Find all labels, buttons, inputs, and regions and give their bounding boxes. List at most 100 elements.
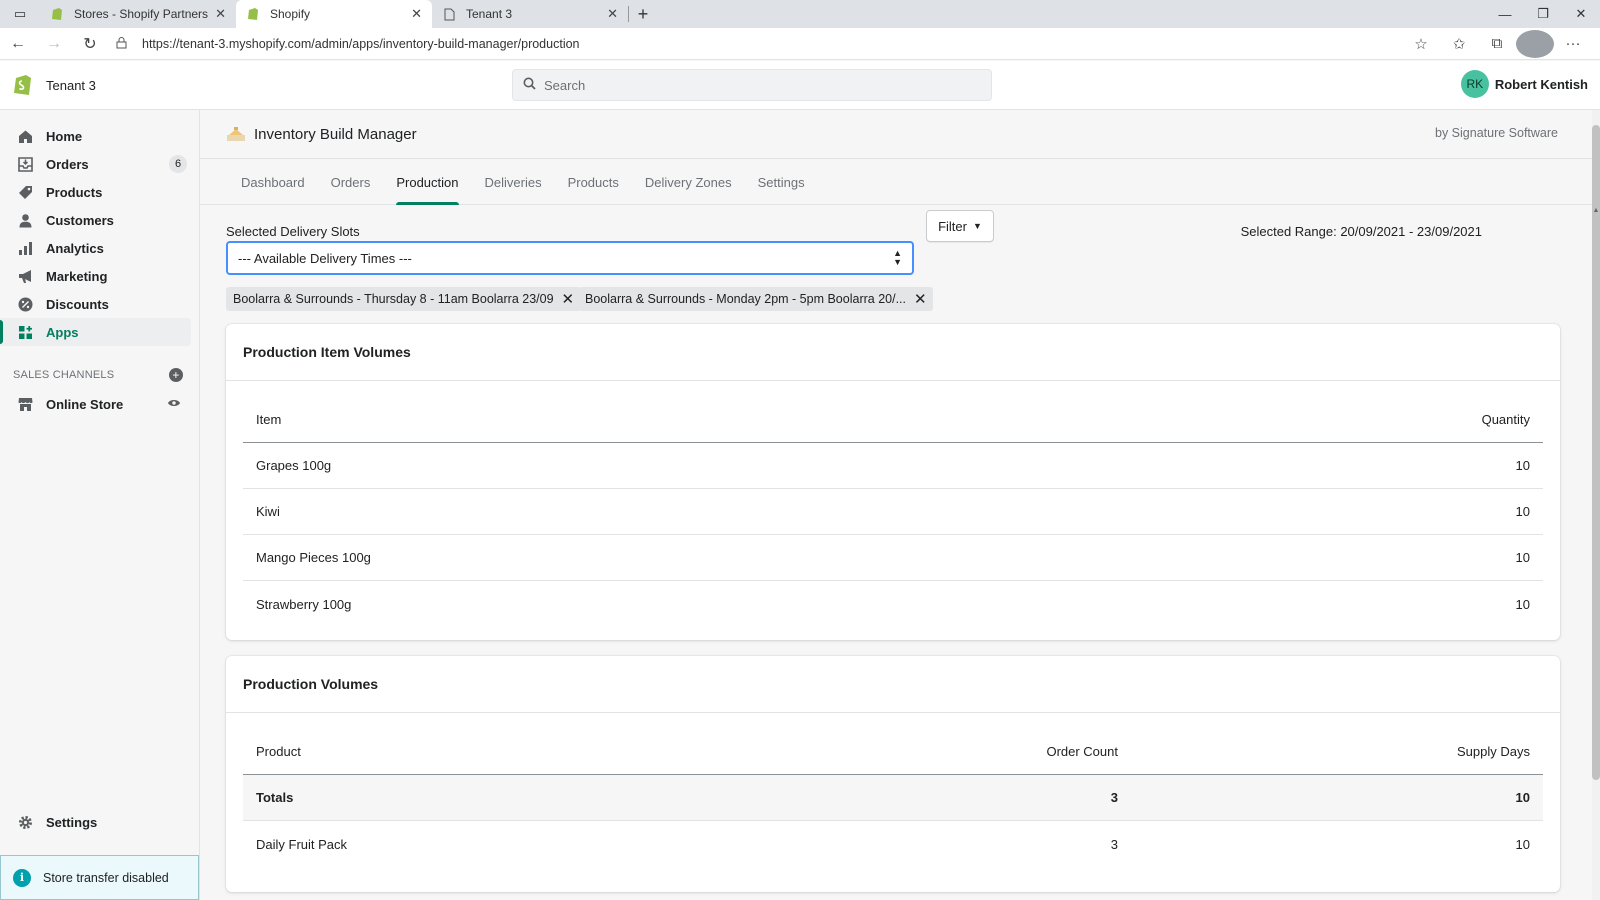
lock-icon — [116, 36, 136, 52]
store-name[interactable]: Tenant 3 — [46, 78, 96, 93]
table-row: Grapes 100g 10 — [243, 443, 1543, 489]
tab-title: Tenant 3 — [466, 7, 513, 21]
add-favorite-icon[interactable]: ☆ — [1402, 30, 1440, 58]
sidebar-item-home[interactable]: Home — [0, 122, 199, 150]
table-row: Daily Fruit Pack 3 10 — [243, 821, 1543, 867]
back-icon[interactable]: ← — [0, 28, 36, 60]
search-placeholder: Search — [544, 77, 586, 93]
main-content: Inventory Build Manager by Signature Sof… — [200, 110, 1592, 900]
tab-actions-icon[interactable]: ▭ — [0, 0, 40, 28]
app-tabs: Dashboard Orders Production Deliveries P… — [200, 159, 1592, 205]
filter-button-label: Filter — [938, 218, 967, 234]
close-window-icon[interactable]: ✕ — [1562, 0, 1600, 28]
browser-tab-bar: ▭ Stores - Shopify Partners ✕ Shopify ✕ … — [0, 0, 1600, 28]
url-field[interactable]: https://tenant-3.myshopify.com/admin/app… — [116, 30, 1402, 58]
store-icon — [16, 395, 34, 413]
more-menu-icon[interactable]: ··· — [1554, 30, 1592, 58]
profile-icon[interactable] — [1516, 29, 1554, 58]
table-header-row: Product Order Count Supply Days — [243, 729, 1543, 775]
order-count-cell: 3 — [1110, 836, 1118, 852]
sidebar-item-label: Discounts — [46, 296, 109, 312]
search-input[interactable]: Search — [512, 69, 992, 101]
tab-delivery-zones[interactable]: Delivery Zones — [632, 159, 745, 205]
sidebar-item-label: Analytics — [46, 240, 104, 256]
admin-sidebar: Home Orders 6 Products Customers Analyti… — [0, 110, 200, 900]
card-title: Production Item Volumes — [226, 324, 1560, 381]
gear-icon — [16, 813, 34, 831]
sales-channels-heading: SALES CHANNELS + — [0, 368, 199, 382]
store-transfer-text: Store transfer disabled — [43, 870, 169, 885]
tab-settings[interactable]: Settings — [745, 159, 818, 205]
remove-chip-icon[interactable]: ✕ — [562, 290, 575, 308]
order-count-cell: 3 — [1110, 790, 1118, 805]
scroll-up-icon[interactable]: ▲ — [1592, 207, 1600, 214]
browser-tab-partners[interactable]: Stores - Shopify Partners ✕ — [40, 0, 236, 28]
sidebar-item-orders[interactable]: Orders 6 — [0, 150, 199, 178]
delivery-slots-label: Selected Delivery Slots — [226, 224, 360, 239]
tab-deliveries[interactable]: Deliveries — [472, 159, 555, 205]
delivery-times-select[interactable]: --- Available Delivery Times --- ▲ ▼ — [226, 241, 914, 275]
remove-chip-icon[interactable]: ✕ — [914, 290, 927, 308]
sidebar-item-marketing[interactable]: Marketing — [0, 262, 199, 290]
column-header-supply-days: Supply Days — [1457, 744, 1530, 759]
minimize-icon[interactable]: — — [1486, 0, 1524, 28]
reload-icon[interactable]: ↻ — [72, 28, 108, 60]
browser-tab-shopify[interactable]: Shopify ✕ — [236, 0, 432, 28]
app-vendor: by Signature Software — [1435, 126, 1558, 140]
tab-dashboard[interactable]: Dashboard — [228, 159, 318, 205]
orders-icon — [16, 155, 34, 173]
tab-products[interactable]: Products — [555, 159, 632, 205]
page-favicon-icon — [442, 7, 456, 21]
sidebar-item-label: Orders — [46, 156, 89, 172]
user-menu[interactable]: RK Robert Kentish — [1460, 70, 1588, 98]
chip-label: Boolarra & Surrounds - Monday 2pm - 5pm … — [585, 292, 906, 306]
product-cell: Daily Fruit Pack — [256, 836, 348, 852]
table-row: Mango Pieces 100g 10 — [243, 535, 1543, 581]
close-tab-icon[interactable]: ✕ — [411, 6, 422, 22]
tab-production[interactable]: Production — [383, 159, 471, 205]
megaphone-icon — [16, 267, 34, 285]
item-cell: Strawberry 100g — [256, 596, 352, 612]
column-header-item: Item — [256, 412, 282, 427]
item-cell: Kiwi — [256, 504, 280, 519]
item-cell: Mango Pieces 100g — [256, 550, 371, 565]
add-channel-icon[interactable]: + — [169, 368, 183, 382]
sidebar-item-settings[interactable]: Settings — [0, 808, 199, 836]
sidebar-item-customers[interactable]: Customers — [0, 206, 199, 234]
sidebar-item-products[interactable]: Products — [0, 178, 199, 206]
shopify-logo-icon[interactable] — [12, 73, 34, 97]
app-logo-icon — [227, 127, 245, 141]
production-volumes-table: Product Order Count Supply Days Totals 3… — [243, 729, 1543, 867]
column-header-product: Product — [256, 744, 301, 759]
collections-icon[interactable]: ⧉ — [1478, 30, 1516, 58]
sidebar-item-online-store[interactable]: Online Store — [0, 390, 199, 418]
favorites-icon[interactable]: ✩ — [1440, 30, 1478, 58]
browser-tab-tenant[interactable]: Tenant 3 ✕ — [432, 0, 628, 28]
sidebar-item-label: Online Store — [46, 396, 124, 412]
tab-orders[interactable]: Orders — [318, 159, 384, 205]
sidebar-item-label: Marketing — [46, 268, 108, 284]
tab-title: Shopify — [270, 7, 311, 21]
close-tab-icon[interactable]: ✕ — [215, 6, 226, 22]
info-icon: i — [13, 868, 31, 887]
user-name: Robert Kentish — [1494, 76, 1588, 92]
person-icon — [16, 211, 34, 229]
column-header-quantity: Quantity — [1481, 412, 1530, 427]
app-title: Inventory Build Manager — [254, 125, 417, 143]
sidebar-item-analytics[interactable]: Analytics — [0, 234, 199, 262]
sidebar-item-label: Settings — [46, 814, 98, 830]
forward-icon[interactable]: → — [36, 28, 72, 60]
avatar: RK — [1460, 70, 1489, 98]
scrollbar-thumb[interactable] — [1592, 125, 1600, 780]
search-icon — [523, 77, 536, 93]
eye-icon[interactable] — [167, 396, 181, 411]
new-tab-icon[interactable]: + — [629, 0, 657, 28]
sidebar-item-discounts[interactable]: Discounts — [0, 290, 199, 318]
production-item-volumes-card: Production Item Volumes Item Quantity Gr… — [226, 324, 1560, 640]
sidebar-item-label: Customers — [46, 212, 114, 228]
sidebar-item-apps[interactable]: Apps — [0, 318, 191, 346]
restore-icon[interactable]: ❐ — [1524, 0, 1562, 28]
browser-address-bar: ← → ↻ https://tenant-3.myshopify.com/adm… — [0, 28, 1600, 60]
filter-button[interactable]: Filter ▼ — [926, 210, 994, 242]
close-tab-icon[interactable]: ✕ — [607, 6, 618, 22]
